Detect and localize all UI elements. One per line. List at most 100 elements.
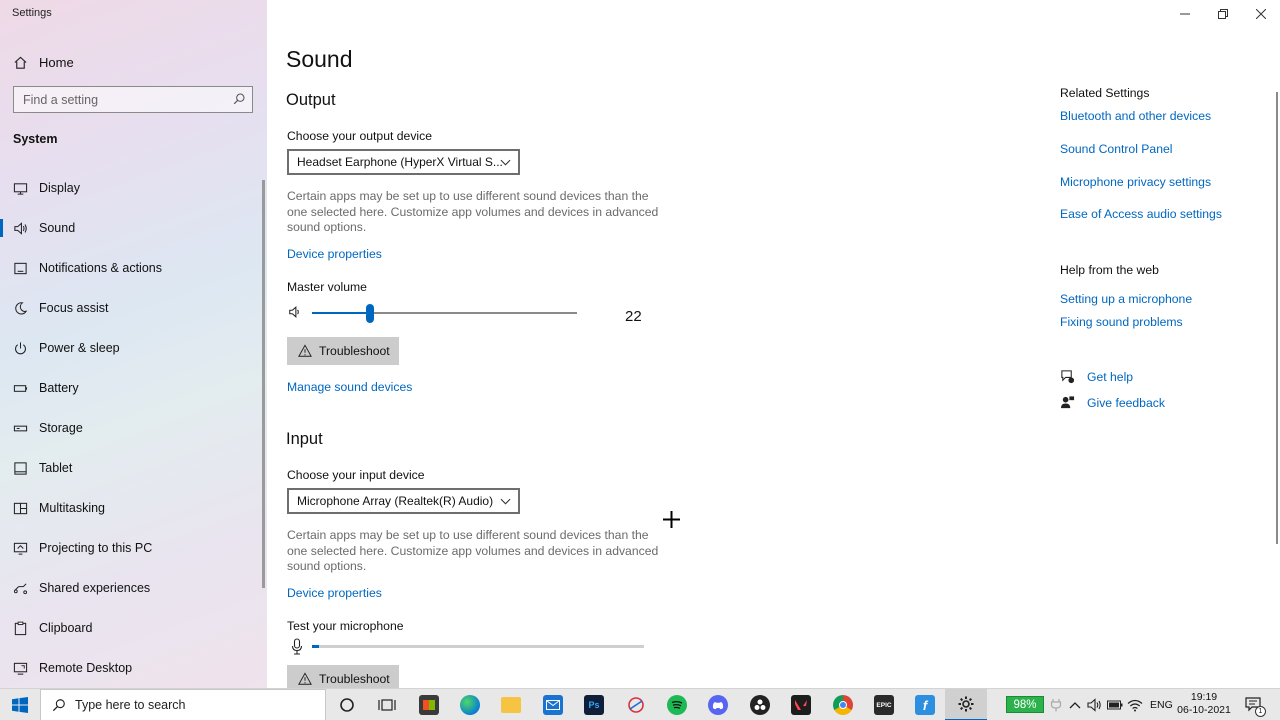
fixing-sound-problems-link[interactable]: Fixing sound problems (1060, 315, 1183, 329)
sidebar: Settings Home System Display Sound Not (0, 0, 267, 688)
edge-icon[interactable] (449, 689, 491, 720)
search-icon[interactable] (232, 92, 246, 106)
sidebar-item-multitasking[interactable]: Multitasking (0, 488, 262, 528)
master-volume-value: 22 (625, 308, 642, 325)
setting-up-microphone-link[interactable]: Setting up a microphone (1060, 292, 1192, 306)
sidebar-item-label: Multitasking (39, 501, 105, 515)
multitasking-icon (12, 500, 28, 516)
sidebar-item-display[interactable]: Display (0, 168, 262, 208)
sidebar-item-shared-experiences[interactable]: Shared experiences (0, 568, 262, 608)
valorant-icon[interactable] (780, 689, 822, 720)
home-icon (12, 54, 28, 70)
restore-button[interactable] (1204, 0, 1242, 28)
snip-icon[interactable] (615, 689, 657, 720)
sidebar-scrollbar[interactable] (262, 180, 265, 588)
obs-icon[interactable] (739, 689, 781, 720)
input-device-select[interactable]: Microphone Array (Realtek(R) Audio) (287, 488, 520, 514)
ease-of-access-audio-link[interactable]: Ease of Access audio settings (1060, 207, 1222, 221)
find-setting-input[interactable] (14, 87, 252, 112)
close-button[interactable] (1242, 0, 1280, 28)
manage-sound-devices-link[interactable]: Manage sound devices (287, 380, 412, 394)
window-controls (1166, 0, 1280, 28)
sidebar-item-power-sleep[interactable]: Power & sleep (0, 328, 262, 368)
cortana-icon[interactable] (326, 689, 368, 720)
notification-icon (12, 260, 28, 276)
volume-icon[interactable] (288, 305, 302, 319)
input-device-label: Choose your input device (287, 468, 425, 482)
task-view-icon[interactable] (366, 689, 408, 720)
sidebar-item-label: Clipboard (39, 621, 93, 635)
sidebar-item-clipboard[interactable]: Clipboard (0, 608, 262, 648)
settings-window: Settings Home System Display Sound Not (0, 0, 1280, 688)
sidebar-item-focus-assist[interactable]: Focus assist (0, 288, 262, 328)
sidebar-item-label: Battery (39, 381, 79, 395)
file-explorer-icon[interactable] (490, 689, 532, 720)
taskbar-search[interactable]: Type here to search (40, 689, 326, 720)
sidebar-item-battery[interactable]: Battery (0, 368, 262, 408)
sidebar-item-label: Focus assist (39, 301, 109, 315)
output-troubleshoot-button[interactable]: Troubleshoot (287, 337, 399, 365)
start-button[interactable] (0, 689, 40, 720)
fortnite-icon[interactable]: f (904, 689, 946, 720)
power-plug-icon[interactable] (1048, 697, 1064, 713)
troubleshoot-label: Troubleshoot (319, 344, 390, 358)
output-device-properties-link[interactable]: Device properties (287, 247, 382, 261)
troubleshoot-label: Troubleshoot (319, 672, 390, 686)
microphone-privacy-link[interactable]: Microphone privacy settings (1060, 175, 1211, 189)
sound-control-panel-link[interactable]: Sound Control Panel (1060, 142, 1172, 156)
settings-icon[interactable] (945, 689, 987, 720)
store-icon[interactable] (408, 689, 450, 720)
restore-icon (1218, 9, 1228, 19)
home-label: Home (39, 54, 74, 70)
output-heading: Output (286, 91, 336, 109)
wifi-icon[interactable] (1127, 697, 1143, 713)
close-icon (1256, 9, 1266, 19)
give-feedback-link[interactable]: Give feedback (1060, 395, 1165, 410)
sidebar-item-label: Power & sleep (39, 341, 120, 355)
minimize-icon (1180, 13, 1190, 15)
output-device-select[interactable]: Headset Earphone (HyperX Virtual S... (287, 149, 520, 175)
page-title: Sound (286, 46, 353, 72)
discord-icon[interactable] (697, 689, 739, 720)
get-help-link[interactable]: Get help (1060, 369, 1133, 384)
volume-tray-icon[interactable] (1087, 697, 1103, 713)
photoshop-icon[interactable]: Ps (573, 689, 615, 720)
warning-icon (298, 344, 312, 357)
warning-icon (298, 672, 312, 685)
input-description: Certain apps may be set up to use differ… (287, 528, 659, 574)
sidebar-item-remote-desktop[interactable]: Remote Desktop (0, 648, 262, 688)
microphone-level-meter (312, 645, 644, 648)
slider-thumb[interactable] (366, 304, 375, 323)
main-scrollbar[interactable] (1276, 92, 1278, 544)
battery-tray-icon[interactable] (1107, 697, 1123, 713)
sidebar-item-notifications[interactable]: Notifications & actions (0, 248, 262, 288)
sidebar-item-tablet[interactable]: Tablet (0, 448, 262, 488)
help-from-web-heading: Help from the web (1060, 263, 1159, 277)
clock[interactable]: 19:19 06-10-2021 (1176, 691, 1232, 717)
chrome-icon[interactable] (822, 689, 864, 720)
mail-icon[interactable] (532, 689, 574, 720)
sidebar-item-storage[interactable]: Storage (0, 408, 262, 448)
slider-fill (312, 312, 371, 314)
action-center-button[interactable]: 1 (1245, 696, 1266, 717)
clipboard-icon (12, 620, 28, 636)
spotify-icon[interactable] (656, 689, 698, 720)
minimize-button[interactable] (1166, 0, 1204, 28)
notification-count-badge: 1 (1255, 706, 1266, 717)
battery-icon (12, 380, 28, 396)
master-volume-slider[interactable] (312, 304, 577, 323)
speaker-icon (12, 220, 28, 236)
sidebar-item-sound[interactable]: Sound (0, 208, 262, 248)
sidebar-item-label: Projecting to this PC (39, 541, 153, 555)
home-link[interactable]: Home (12, 52, 74, 72)
clock-time: 19:19 (1190, 691, 1218, 703)
input-device-properties-link[interactable]: Device properties (287, 586, 382, 600)
sidebar-item-projecting[interactable]: Projecting to this PC (0, 528, 262, 568)
language-indicator[interactable]: ENG (1150, 699, 1173, 711)
chevron-up-icon[interactable] (1067, 697, 1083, 713)
epic-games-icon[interactable]: EPIC (863, 689, 905, 720)
input-troubleshoot-button[interactable]: Troubleshoot (287, 665, 399, 688)
battery-percentage-badge[interactable]: 98% (1006, 696, 1044, 713)
projector-icon (12, 540, 28, 556)
bluetooth-devices-link[interactable]: Bluetooth and other devices (1060, 109, 1211, 123)
